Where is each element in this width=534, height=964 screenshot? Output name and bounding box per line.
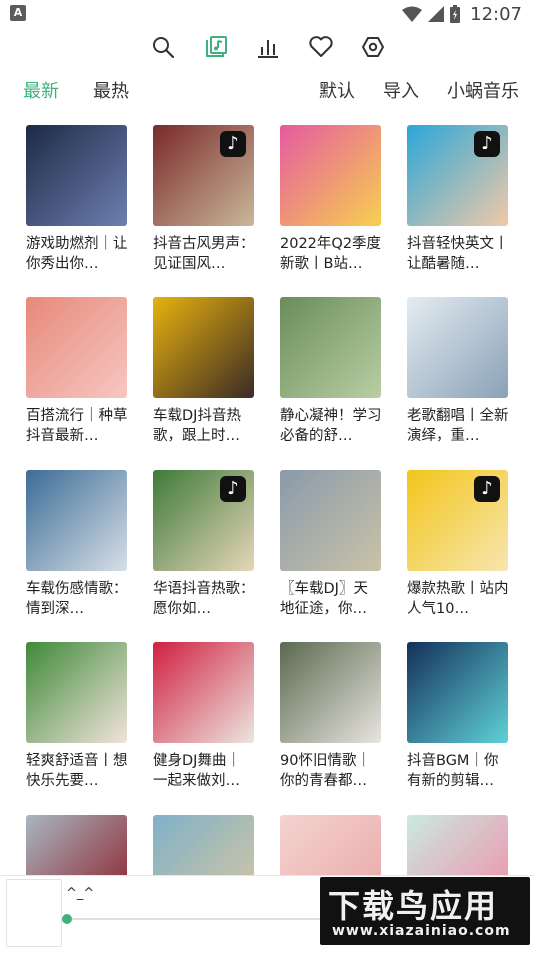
playlist-title: 〖车载DJ〗天地征途，你… [280, 581, 368, 617]
playlist-card[interactable]: 抖音BGM｜你有新的剪辑… [407, 642, 509, 791]
playlist-card[interactable]: 轻爽舒适音丨想快乐先要… [26, 642, 128, 791]
playlist-card[interactable]: ♪ 华语抖音热歌：愿你如… [153, 470, 255, 619]
charts-button[interactable] [253, 32, 283, 62]
watermark-url-text: www.xiazainiao.com [332, 923, 511, 939]
playlist-card[interactable]: ♪ 爆款热歌丨站内人气10… [407, 470, 509, 619]
playlist-card[interactable]: 静心凝神！学习必备的舒… [280, 297, 382, 446]
playlist-title: 爆款热歌丨站内人气10… [407, 581, 509, 617]
playlist-title: 90怀旧情歌｜你的青春都… [280, 753, 371, 789]
playlist-cover[interactable] [26, 125, 127, 226]
playlist-title: 抖音BGM｜你有新的剪辑… [407, 753, 499, 789]
playlist-cover[interactable] [26, 297, 127, 398]
playlist-cover[interactable] [26, 642, 127, 743]
playlist-card[interactable]: ♪ 抖音轻快英文丨让酷暑随… [407, 125, 509, 274]
signal-icon [428, 6, 445, 22]
tiktok-icon: ♪ [220, 131, 246, 157]
favorites-button[interactable] [306, 32, 336, 62]
playlist-title: 华语抖音热歌：愿你如… [153, 581, 255, 617]
playlist-card[interactable]: 车载伤感情歌：情到深… [26, 470, 128, 619]
tab-import[interactable]: 导入 [383, 78, 419, 106]
tab-default[interactable]: 默认 [319, 78, 355, 106]
playlist-card[interactable]: 健身DJ舞曲｜一起来做刘… [153, 642, 255, 791]
playlist-cover[interactable] [153, 642, 254, 743]
playlist-card[interactable]: 〖车载DJ〗天地征途，你… [280, 470, 382, 619]
playlist-cover[interactable] [280, 642, 381, 743]
playlist-cover[interactable] [407, 642, 508, 743]
playlist-title: 2022年Q2季度新歌丨B站… [280, 236, 382, 272]
top-toolbar [148, 32, 388, 62]
playlist-cover[interactable] [280, 470, 381, 571]
playlist-card[interactable]: 游戏助燃剂｜让你秀出你… [26, 125, 128, 274]
playlist-card[interactable]: 车载DJ抖音热歌，跟上时… [153, 297, 255, 446]
settings-hex-icon [362, 37, 384, 57]
playlist-card[interactable]: 90怀旧情歌｜你的青春都… [280, 642, 382, 791]
tiktok-icon: ♪ [220, 476, 246, 502]
playlist-cover[interactable] [153, 297, 254, 398]
playlist-cover[interactable]: ♪ [153, 125, 254, 226]
playlist-title: 游戏助燃剂｜让你秀出你… [26, 236, 128, 272]
progress-track[interactable] [72, 918, 322, 920]
player-track-text: ^_^ [66, 886, 95, 901]
playlist-card[interactable]: 2022年Q2季度新歌丨B站… [280, 125, 382, 274]
clock-time: 12:07 [470, 3, 522, 25]
playlist-title: 健身DJ舞曲｜一起来做刘… [153, 753, 241, 789]
tab-newest[interactable]: 最新 [23, 78, 59, 106]
heart-icon [308, 36, 333, 57]
playlist-cover[interactable] [407, 297, 508, 398]
playlist-title: 抖音轻快英文丨让酷暑随… [407, 236, 509, 272]
playlist-title: 抖音古风男声：见证国风… [153, 236, 255, 272]
playlist-cover[interactable]: ♪ [153, 470, 254, 571]
music-library-button[interactable] [201, 32, 231, 62]
playlist-card[interactable]: ♪ 抖音古风男声：见证国风… [153, 125, 255, 274]
playlist-title: 静心凝神！学习必备的舒… [280, 408, 382, 444]
playlist-title: 百搭流行｜种草抖音最新… [26, 408, 128, 444]
notification-a-icon: A [10, 5, 26, 21]
search-button[interactable] [148, 32, 178, 62]
tab-xiaowo-music[interactable]: 小蜗音乐 [447, 78, 519, 106]
tab-hottest[interactable]: 最热 [93, 78, 129, 106]
watermark-main-text: 下载鸟应用 [328, 887, 499, 925]
status-icons: 12:07 [402, 2, 522, 26]
chart-icon [258, 40, 278, 58]
playlist-cover[interactable] [280, 297, 381, 398]
playlist-card[interactable]: 百搭流行｜种草抖音最新… [26, 297, 128, 446]
settings-button[interactable] [358, 32, 388, 62]
watermark-logo: 下载鸟应用 www.xiazainiao.com [320, 877, 530, 945]
playlist-cover[interactable] [26, 470, 127, 571]
playlist-cover[interactable]: ♪ [407, 470, 508, 571]
playlist-title: 车载DJ抖音热歌，跟上时… [153, 408, 241, 444]
progress-handle[interactable] [62, 914, 72, 924]
tiktok-icon: ♪ [474, 131, 500, 157]
player-cover[interactable] [6, 879, 62, 947]
playlist-title: 轻爽舒适音丨想快乐先要… [26, 753, 128, 789]
category-tabs: 最新 最热 默认 导入 小蜗音乐 [0, 78, 534, 106]
playlist-title: 车载伤感情歌：情到深… [26, 581, 128, 617]
wifi-icon [402, 6, 423, 22]
search-icon [153, 37, 175, 59]
playlist-title: 老歌翻唱丨全新演绎，重… [407, 408, 509, 444]
battery-icon [450, 5, 461, 23]
status-bar: A 12:07 [0, 0, 534, 28]
playlist-card[interactable]: 老歌翻唱丨全新演绎，重… [407, 297, 509, 446]
playlist-cover[interactable] [280, 125, 381, 226]
tiktok-icon: ♪ [474, 476, 500, 502]
music-note-icon [205, 36, 227, 57]
playlist-cover[interactable]: ♪ [407, 125, 508, 226]
